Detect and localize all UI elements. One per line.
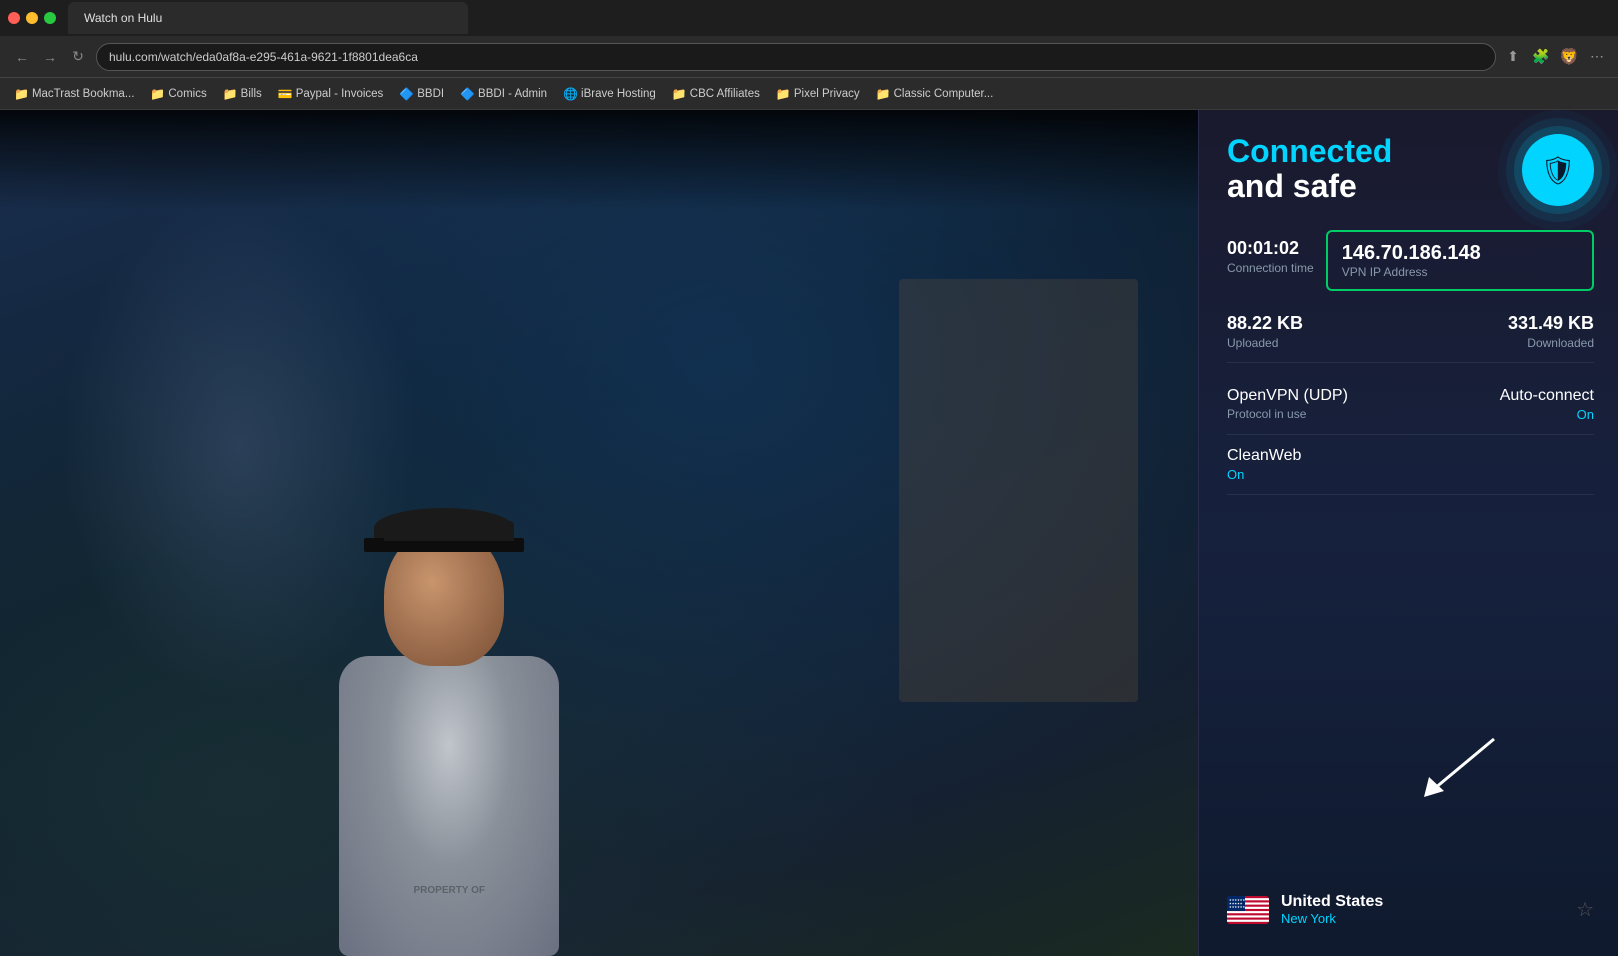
bookmark-mactrast[interactable]: 📁 MacTrast Bookma... xyxy=(8,85,140,103)
cleanweb-row: CleanWeb On xyxy=(1227,435,1594,495)
vpn-spacer xyxy=(1227,495,1594,879)
brave-lion-icon[interactable]: 🦁 xyxy=(1560,48,1578,66)
folder-icon: 📁 xyxy=(776,87,791,101)
back-button[interactable]: ← xyxy=(12,47,32,67)
bookmark-label: Classic Computer... xyxy=(894,88,994,100)
bookmark-classic[interactable]: 📁 Classic Computer... xyxy=(870,85,1000,103)
folder-icon: 📁 xyxy=(150,87,165,101)
autoconnect-value: On xyxy=(1500,407,1594,422)
bookmark-pixel[interactable]: 📁 Pixel Privacy xyxy=(770,85,866,103)
connection-time-stat: 00:01:02 Connection time xyxy=(1227,230,1314,283)
upload-stat: 88.22 KB Uploaded xyxy=(1227,313,1303,350)
bookmark-paypal[interactable]: 💳 Paypal - Invoices xyxy=(272,85,390,103)
vpn-connected-text: Connected xyxy=(1227,134,1392,169)
bookmark-cbc[interactable]: 📁 CBC Affiliates xyxy=(666,85,766,103)
url-text: hulu.com/watch/eda0af8a-e295-461a-9621-1… xyxy=(109,50,418,64)
svg-text:★★★★★★: ★★★★★★ xyxy=(1229,905,1245,909)
folder-icon: 📁 xyxy=(672,87,687,101)
address-input[interactable]: hulu.com/watch/eda0af8a-e295-461a-9621-1… xyxy=(96,43,1496,71)
ip-address-value: 146.70.186.148 xyxy=(1342,242,1578,265)
bookmark-label: BBDI xyxy=(417,88,444,100)
ip-address-label: VPN IP Address xyxy=(1342,265,1578,279)
us-flag-svg: ★★★★★★ ★★★★★ ★★★★★★ xyxy=(1227,896,1269,924)
upload-value: 88.22 KB xyxy=(1227,313,1303,334)
bookmark-label: CBC Affiliates xyxy=(690,88,760,100)
flag-icon: ★★★★★★ ★★★★★ ★★★★★★ xyxy=(1227,896,1269,924)
upload-label: Uploaded xyxy=(1227,336,1303,350)
active-tab[interactable]: Watch on Hulu xyxy=(68,2,468,34)
top-overlay xyxy=(0,110,1198,210)
wp-icon: 🔷 xyxy=(399,87,414,101)
browser-chrome: Watch on Hulu ← → ↻ hulu.com/watch/eda0a… xyxy=(0,0,1618,110)
toolbar-icons: ⬆ 🧩 🦁 ⋯ xyxy=(1504,48,1606,66)
transfer-stats: 88.22 KB Uploaded 331.49 KB Downloaded xyxy=(1227,313,1594,363)
extension-icon[interactable]: 🧩 xyxy=(1532,48,1550,66)
vpn-panel: Connected and safe 🛡 00:01:02 Connection… xyxy=(1198,110,1618,956)
folder-icon: 📁 xyxy=(876,87,891,101)
connection-time-label: Connection time xyxy=(1227,261,1314,275)
location-city: New York xyxy=(1281,911,1564,926)
vpn-header: Connected and safe 🛡 xyxy=(1227,134,1594,206)
location-row[interactable]: ★★★★★★ ★★★★★ ★★★★★★ United States New Yo… xyxy=(1227,879,1594,940)
address-bar-row: ← → ↻ hulu.com/watch/eda0af8a-e295-461a-… xyxy=(0,36,1618,78)
bookmark-label: MacTrast Bookma... xyxy=(32,88,134,100)
refresh-button[interactable]: ↻ xyxy=(68,47,88,67)
maximize-button[interactable] xyxy=(44,12,56,24)
favorite-star-icon[interactable]: ☆ xyxy=(1576,897,1594,922)
folder-icon: 📁 xyxy=(14,87,29,101)
vpn-safe-text: and safe xyxy=(1227,169,1392,204)
bookmark-bbdi[interactable]: 🔷 BBDI xyxy=(393,85,450,103)
connection-time-value: 00:01:02 xyxy=(1227,238,1314,259)
hulu-video-area[interactable]: PROPERTY OF xyxy=(0,110,1198,956)
minimize-button[interactable] xyxy=(26,12,38,24)
protocol-row: OpenVPN (UDP) Protocol in use Auto-conne… xyxy=(1227,375,1594,435)
forward-button[interactable]: → xyxy=(40,47,60,67)
vpn-top-stats: 00:01:02 Connection time 146.70.186.148 … xyxy=(1227,230,1594,301)
folder-icon: 📁 xyxy=(223,87,238,101)
autoconnect-label: Auto-connect xyxy=(1500,387,1594,405)
close-button[interactable] xyxy=(8,12,20,24)
protocol-sublabel: Protocol in use xyxy=(1227,407,1348,421)
paypal-icon: 💳 xyxy=(278,87,293,101)
cleanweb-value: On xyxy=(1227,467,1594,482)
bookmark-ibrave[interactable]: 🌐 iBrave Hosting xyxy=(557,85,662,103)
tab-bar: Watch on Hulu xyxy=(0,0,1618,36)
bookmark-label: Pixel Privacy xyxy=(794,88,860,100)
tab-title: Watch on Hulu xyxy=(84,11,162,25)
bookmark-label: Comics xyxy=(168,88,206,100)
window-controls xyxy=(8,12,56,24)
bookmark-comics[interactable]: 📁 Comics xyxy=(144,85,212,103)
protocol-label: OpenVPN (UDP) xyxy=(1227,387,1348,405)
download-label: Downloaded xyxy=(1508,336,1594,350)
vpn-shield-button[interactable]: 🛡 xyxy=(1522,134,1594,206)
main-content: PROPERTY OF Connected and safe 🛡 00:01:0… xyxy=(0,110,1618,956)
download-value: 331.49 KB xyxy=(1508,313,1594,334)
bookmark-label: BBDI - Admin xyxy=(478,88,547,100)
more-options-icon[interactable]: ⋯ xyxy=(1588,48,1606,66)
bookmark-label: Bills xyxy=(241,88,262,100)
download-stat: 331.49 KB Downloaded xyxy=(1508,313,1594,350)
cabinet xyxy=(899,279,1139,702)
bookmark-bbdi-admin[interactable]: 🔷 BBDI - Admin xyxy=(454,85,553,103)
autoconnect-item: Auto-connect On xyxy=(1500,387,1594,422)
person-figure: PROPERTY OF xyxy=(240,195,659,956)
shield-icon: 🛡 xyxy=(1540,154,1576,187)
protocol-item: OpenVPN (UDP) Protocol in use xyxy=(1227,387,1348,421)
cleanweb-label: CleanWeb xyxy=(1227,447,1594,465)
bookmark-bills[interactable]: 📁 Bills xyxy=(217,85,268,103)
bookmarks-bar: 📁 MacTrast Bookma... 📁 Comics 📁 Bills 💳 … xyxy=(0,78,1618,110)
ip-address-box: 146.70.186.148 VPN IP Address xyxy=(1326,230,1594,291)
location-text: United States New York xyxy=(1281,893,1564,926)
bookmark-label: Paypal - Invoices xyxy=(296,88,384,100)
wp-icon: 🔷 xyxy=(460,87,475,101)
bookmark-label: iBrave Hosting xyxy=(581,88,656,100)
vpn-title: Connected and safe xyxy=(1227,134,1392,204)
location-country: United States xyxy=(1281,893,1564,911)
share-icon[interactable]: ⬆ xyxy=(1504,48,1522,66)
ibrave-icon: 🌐 xyxy=(563,87,578,101)
